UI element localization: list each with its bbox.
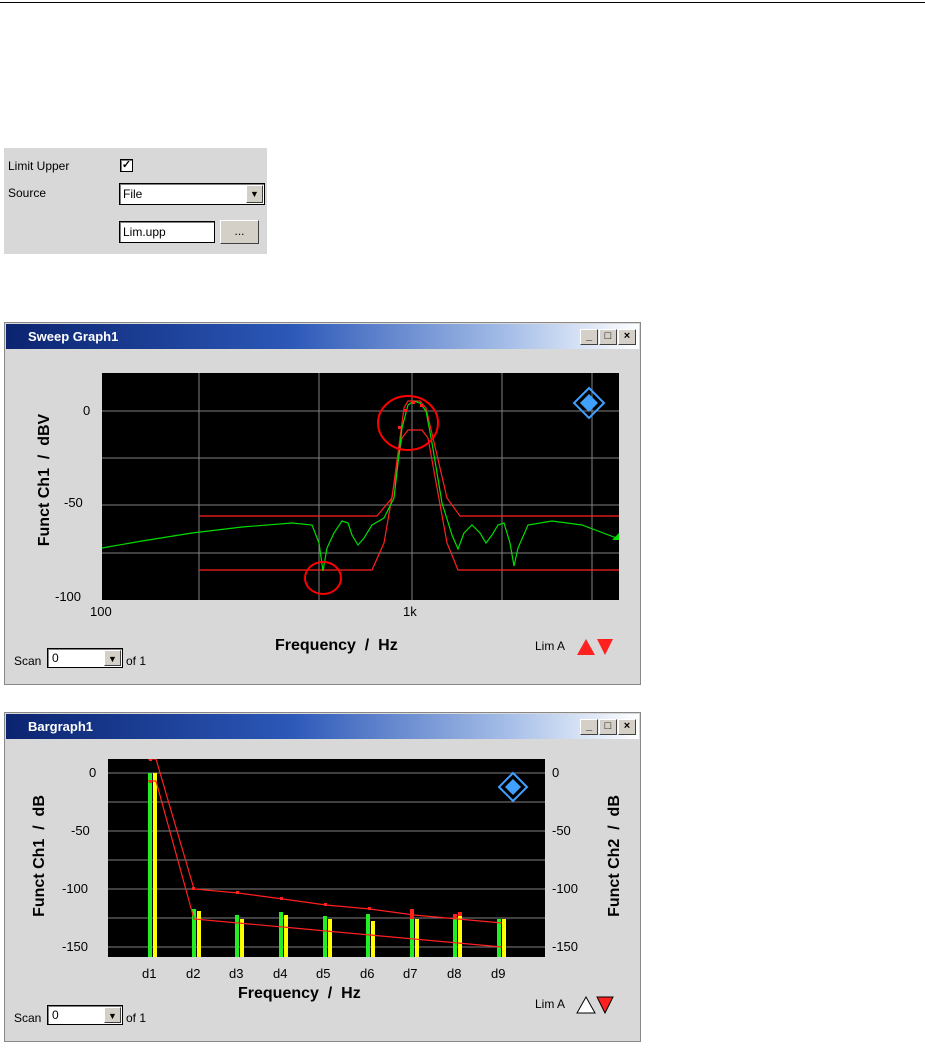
rs-logo-icon (572, 386, 606, 420)
bar-y-tick-150: -150 (62, 939, 89, 954)
sweep-x-tick-100: 100 (90, 604, 112, 619)
minimize-button[interactable]: _ (580, 329, 598, 345)
bar-y-tick-100: -100 (62, 881, 89, 896)
bargraph-window: Bargraph1 _ □ × Funct Ch1 / dB Funct Ch2… (4, 712, 641, 1042)
sweep-window-controls: _ □ × (580, 329, 636, 345)
bar-scan-label: Scan (14, 1011, 42, 1025)
chevron-down-icon[interactable]: ▼ (104, 1007, 121, 1023)
sweep-scan-dropdown[interactable]: 0 ▼ (47, 648, 123, 668)
bar-x-tick-d9: d9 (491, 966, 506, 981)
bar-scan-dropdown[interactable]: 0 ▼ (47, 1005, 123, 1025)
sweep-limit-label: Lim A (535, 639, 566, 653)
bar-y-tick-0: 0 (89, 765, 97, 780)
bar-window-title: Bargraph1 (28, 719, 94, 734)
bar-x-tick-d8: d8 (447, 966, 462, 981)
bar-y2-tick-0: 0 (552, 765, 560, 780)
bar-x-tick-d1: d1 (142, 966, 157, 981)
browse-button[interactable]: ... (220, 220, 259, 244)
bar-x-tick-d7: d7 (403, 966, 418, 981)
bar-upper-limit-line (148, 758, 503, 924)
bar-x-axis-label: Frequency / Hz (238, 985, 361, 1002)
limit-file-field[interactable]: Lim.upp (119, 221, 215, 243)
source-dropdown[interactable]: File ▼ (119, 183, 265, 205)
bar-limit-label: Lim A (535, 997, 566, 1011)
sweep-title-bar[interactable]: Sweep Graph1 (6, 324, 639, 349)
sweep-plot-svg (101, 373, 620, 600)
sweep-y-tick-50: -50 (64, 495, 83, 510)
bar-y2-tick-50: -50 (552, 823, 571, 838)
sweep-trace (101, 400, 620, 572)
bar-window-controls: _ □ × (580, 719, 636, 735)
maximize-button[interactable]: □ (599, 329, 617, 345)
bar-y2-tick-150: -150 (552, 939, 579, 954)
bar-plot-area (108, 758, 545, 957)
sweep-x-tick-1k: 1k (403, 604, 417, 619)
sweep-scan-value: 0 (52, 651, 59, 665)
bar-scan-value: 0 (52, 1008, 59, 1022)
sweep-window-title: Sweep Graph1 (28, 329, 119, 344)
bar-x-tick-d3: d3 (229, 966, 244, 981)
close-button[interactable]: × (618, 719, 636, 735)
chevron-down-icon[interactable]: ▼ (246, 185, 263, 203)
bar-y-tick-50: -50 (71, 823, 90, 838)
source-label: Source (8, 186, 47, 200)
sweep-scan-label: Scan (14, 654, 42, 668)
maximize-button[interactable]: □ (599, 719, 617, 735)
sweep-y-axis-label: Funct Ch1 / dBV (36, 413, 53, 547)
minimize-button[interactable]: _ (580, 719, 598, 735)
bar-title-bar[interactable]: Bargraph1 (6, 714, 639, 739)
sweep-y-tick-100: -100 (55, 589, 82, 604)
bar-y2-tick-100: -100 (552, 881, 579, 896)
bar-y2-axis-label: Funct Ch2 / dB (606, 795, 623, 917)
bar-x-tick-d6: d6 (360, 966, 375, 981)
sweep-scan-of: of 1 (126, 654, 147, 668)
bar-x-tick-d4: d4 (273, 966, 288, 981)
limit-file-value: Lim.upp (123, 225, 166, 239)
source-value: File (123, 187, 143, 201)
limit-indicator-icon (576, 995, 614, 1015)
chevron-down-icon[interactable]: ▼ (104, 650, 121, 666)
bar-scan-of: of 1 (126, 1011, 147, 1025)
close-button[interactable]: × (618, 329, 636, 345)
bar-x-tick-d2: d2 (186, 966, 201, 981)
page-top-rule (0, 2, 925, 3)
sweep-graph-window: Sweep Graph1 _ □ × Funct Ch1 / dBV 0 -50… (4, 322, 641, 685)
bar-y-axis-label: Funct Ch1 / dB (31, 795, 48, 917)
rs-logo-icon (497, 771, 529, 803)
bar-x-tick-d5: d5 (316, 966, 331, 981)
sweep-y-tick-0: 0 (83, 403, 91, 418)
sweep-plot-area (101, 373, 620, 600)
limit-upper-checkbox[interactable]: ✓ (120, 159, 133, 172)
sweep-x-axis-label: Frequency / Hz (275, 637, 398, 654)
limit-settings-panel: Limit Upper ✓ Source File ▼ Lim.upp ... (4, 148, 267, 254)
bar-plot-svg (108, 758, 545, 957)
limit-indicator-icon (577, 639, 613, 655)
lower-limit-line (199, 429, 619, 571)
limit-upper-label: Limit Upper (8, 159, 70, 173)
